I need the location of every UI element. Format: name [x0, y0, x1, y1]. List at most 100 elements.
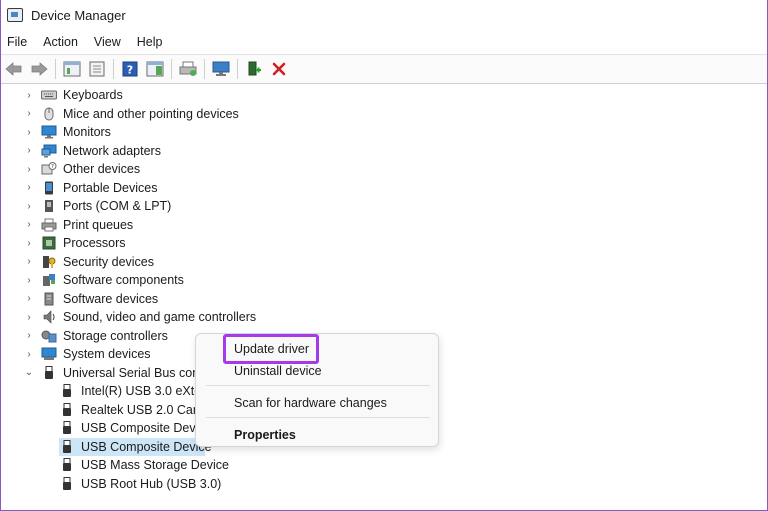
usb-icon — [59, 458, 75, 472]
svg-text:?: ? — [127, 64, 133, 77]
scan-hardware-icon[interactable] — [210, 58, 232, 80]
menu-update-driver[interactable]: Update driver — [234, 342, 309, 356]
menu-uninstall-device[interactable]: Uninstall device — [234, 364, 322, 378]
chevron-right-icon[interactable]: › — [23, 145, 35, 156]
usb-icon — [59, 384, 75, 398]
chevron-right-icon[interactable]: › — [23, 256, 35, 267]
system-icon — [41, 347, 57, 361]
menu-scan-hardware[interactable]: Scan for hardware changes — [234, 396, 387, 410]
tree-item-label: Storage controllers — [63, 328, 168, 343]
processor-icon — [41, 236, 57, 250]
tree-item-portable-devices[interactable]: › Portable Devices — [1, 179, 767, 198]
context-menu: Update driver Uninstall device Scan for … — [195, 333, 439, 447]
action-pane-icon[interactable] — [144, 58, 166, 80]
chevron-right-icon[interactable]: › — [23, 201, 35, 212]
menu-properties[interactable]: Properties — [234, 428, 296, 442]
tree-item-software-devices[interactable]: › Software devices — [1, 290, 767, 309]
tree-item-label: Ports (COM & LPT) — [63, 199, 172, 214]
toolbar-separator — [171, 59, 172, 79]
menu-help[interactable]: Help — [137, 35, 163, 49]
tree-child-item[interactable]: USB Root Hub (USB 3.0) — [1, 475, 767, 494]
mouse-icon — [41, 107, 57, 121]
device-manager-window: Device Manager File Action View Help ? ›… — [0, 0, 768, 511]
tree-item-monitors[interactable]: › Monitors — [1, 123, 767, 142]
usb-icon — [59, 421, 75, 435]
tree-child-label: USB Root Hub (USB 3.0) — [81, 476, 222, 491]
keyboard-icon — [41, 88, 57, 102]
software-device-icon — [41, 292, 57, 306]
tree-item-sound-video[interactable]: › Sound, video and game controllers — [1, 308, 767, 327]
chevron-right-icon[interactable]: › — [23, 293, 35, 304]
portable-icon — [41, 181, 57, 195]
security-icon — [41, 255, 57, 269]
tree-item-label: Keyboards — [63, 88, 123, 103]
tree-child-label: USB Composite Devic — [81, 421, 205, 436]
print-icon[interactable] — [177, 58, 199, 80]
toolbar: ? — [1, 54, 767, 84]
tree-item-label: Sound, video and game controllers — [63, 310, 257, 325]
usb-icon — [41, 365, 57, 380]
chevron-right-icon[interactable]: › — [23, 275, 35, 286]
chevron-right-icon[interactable]: › — [23, 330, 35, 341]
tree-item-software-components[interactable]: › Software components — [1, 271, 767, 290]
tree-item-processors[interactable]: › Processors — [1, 234, 767, 253]
printer-icon — [41, 218, 57, 232]
chevron-right-icon[interactable]: › — [23, 127, 35, 138]
chevron-right-icon[interactable]: › — [23, 349, 35, 360]
uninstall-icon[interactable] — [268, 58, 290, 80]
tree-item-mice[interactable]: › Mice and other pointing devices — [1, 105, 767, 124]
forward-arrow-icon[interactable] — [28, 58, 50, 80]
toolbar-separator — [237, 59, 238, 79]
tree-item-ports[interactable]: › Ports (COM & LPT) — [1, 197, 767, 216]
svg-text:?: ? — [51, 164, 54, 170]
back-arrow-icon[interactable] — [3, 58, 25, 80]
tree-item-network-adapters[interactable]: › Network adapters — [1, 142, 767, 161]
device-manager-icon — [7, 8, 23, 22]
tree-child-label: USB Mass Storage Device — [81, 458, 229, 473]
toolbar-separator — [55, 59, 56, 79]
help-icon[interactable]: ? — [119, 58, 141, 80]
properties-icon[interactable] — [61, 58, 83, 80]
usb-icon — [59, 439, 75, 454]
tree-item-label: Portable Devices — [63, 180, 158, 195]
tree-item-label: Network adapters — [63, 143, 161, 158]
chevron-right-icon[interactable]: › — [23, 219, 35, 230]
menu-bar: File Action View Help — [1, 30, 767, 54]
chevron-right-icon[interactable]: › — [23, 182, 35, 193]
menu-action[interactable]: Action — [43, 35, 78, 49]
software-component-icon — [41, 273, 57, 287]
chevron-right-icon[interactable]: › — [23, 312, 35, 323]
tree-item-security-devices[interactable]: › Security devices — [1, 253, 767, 272]
tree-child-label: Intel(R) USB 3.0 eXten — [81, 384, 209, 399]
tree-item-other-devices[interactable]: › ? Other devices — [1, 160, 767, 179]
tree-item-label: Software components — [63, 273, 184, 288]
tree-item-label: Print queues — [63, 217, 134, 232]
chevron-down-icon[interactable]: ⌄ — [23, 367, 35, 378]
speaker-icon — [41, 310, 57, 324]
toolbar-separator — [204, 59, 205, 79]
tree-item-label: Monitors — [63, 125, 111, 140]
chevron-right-icon[interactable]: › — [23, 108, 35, 119]
tree-item-label: Mice and other pointing devices — [63, 106, 239, 121]
menu-divider — [206, 385, 430, 386]
chevron-right-icon[interactable]: › — [23, 238, 35, 249]
tree-child-item[interactable]: USB Mass Storage Device — [1, 456, 767, 475]
tree-item-keyboards[interactable]: › Keyboards — [1, 86, 767, 105]
tree-item-label: System devices — [63, 347, 151, 362]
chevron-right-icon[interactable]: › — [23, 164, 35, 175]
chevron-right-icon[interactable]: › — [23, 90, 35, 101]
tree-item-print-queues[interactable]: › Print queues — [1, 216, 767, 235]
show-hidden-icon[interactable] — [86, 58, 108, 80]
storage-icon — [41, 329, 57, 343]
unknown-device-icon: ? — [41, 162, 57, 176]
device-tree: › Keyboards › Mice and other pointing de… — [1, 86, 767, 510]
tree-item-label: Universal Serial Bus contr — [63, 365, 207, 380]
menu-file[interactable]: File — [7, 35, 27, 49]
update-driver-icon[interactable] — [243, 58, 265, 80]
port-icon — [41, 199, 57, 213]
title-bar: Device Manager — [1, 0, 767, 30]
tree-child-label: Realtek USB 2.0 Card — [81, 402, 204, 417]
usb-icon — [59, 402, 75, 417]
tree-item-label: Processors — [63, 236, 126, 251]
menu-view[interactable]: View — [94, 35, 121, 49]
